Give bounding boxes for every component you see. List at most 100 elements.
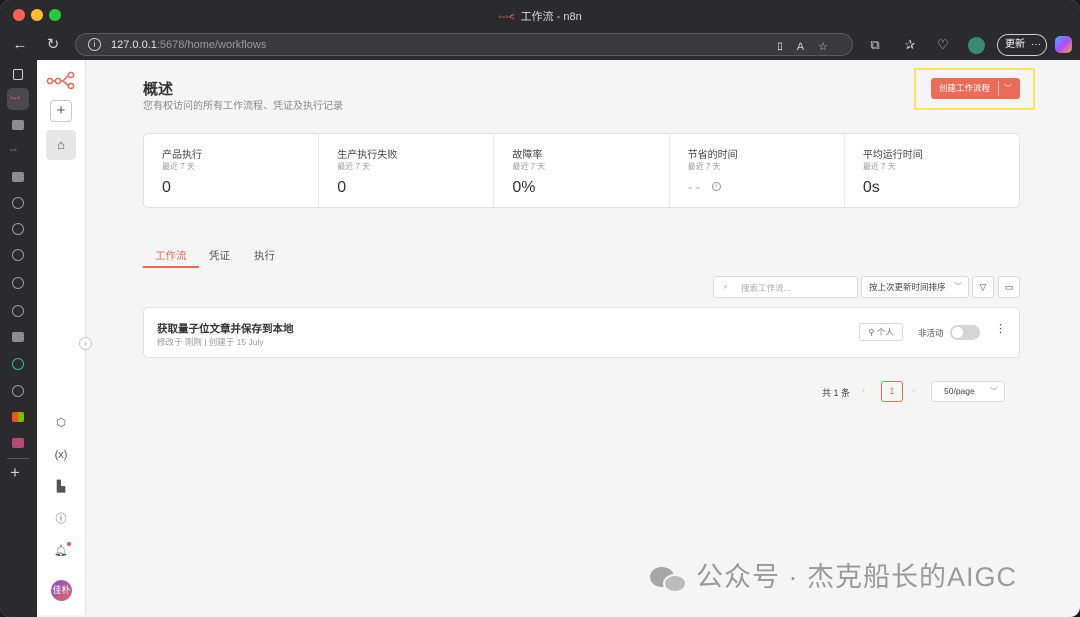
search-icon: ⌕ xyxy=(723,281,729,291)
extensions-icon[interactable]: ⧉ xyxy=(865,35,885,55)
globe-icon xyxy=(12,223,24,235)
favorites-icon[interactable]: ✰ xyxy=(900,35,920,55)
n8n-logo-icon: ◦-◦< xyxy=(498,12,515,23)
title-bar: ◦-◦< 工作流 - n8n xyxy=(0,0,1080,30)
n8n-tab-icon: -◦ xyxy=(10,145,17,156)
status-label: 非活动 xyxy=(918,328,944,338)
tab-item[interactable] xyxy=(7,192,29,214)
profile-avatar[interactable] xyxy=(968,37,985,54)
tab-executions[interactable]: 执行 xyxy=(254,248,275,263)
page-title: 概述 xyxy=(143,81,174,98)
sort-select[interactable]: 按上次更新时间排序 ﹀ xyxy=(861,276,969,298)
vertical-tab-strip: ◦-◦ -◦ + xyxy=(0,60,37,617)
copilot-icon[interactable] xyxy=(1055,36,1072,53)
templates-icon[interactable]: ⬡ xyxy=(52,414,70,432)
info-icon[interactable]: i xyxy=(88,38,101,51)
chevron-down-icon[interactable]: ﹀ xyxy=(1004,78,1012,99)
stat-avg-runtime: 平均运行时间 最近 7 天 0s xyxy=(862,150,923,196)
browser-window: ◦-◦< 工作流 - n8n ← ↻ i 127.0.0.1:5678/home/… xyxy=(0,0,1080,617)
button-divider xyxy=(998,81,999,96)
stat-time-saved: 节省的时间 最近 7 天 -- i xyxy=(670,134,845,207)
chevron-down-icon: ﹀ xyxy=(990,387,998,396)
tab-item[interactable] xyxy=(7,380,29,402)
search-tab-icon xyxy=(12,358,24,370)
tab-divider xyxy=(7,458,29,459)
globe-icon xyxy=(12,249,24,261)
tab-item[interactable] xyxy=(7,353,29,375)
folder-icon[interactable]: ▭ xyxy=(998,276,1020,298)
tab-actions-icon[interactable] xyxy=(7,64,29,86)
stat-failure-rate: 故障率 最近 7 天 0% xyxy=(494,134,670,207)
window-title: ◦-◦< 工作流 - n8n xyxy=(498,11,582,23)
chevron-down-icon: ﹀ xyxy=(954,282,962,291)
browser-toolbar: ← ↻ i 127.0.0.1:5678/home/workflows ﾛA☆ … xyxy=(0,30,1080,60)
more-vertical-icon[interactable]: ⋮ xyxy=(995,322,1006,335)
tab-workflows[interactable]: 工作流 xyxy=(155,248,187,263)
n8n-tab-icon: ◦-◦ xyxy=(10,93,21,104)
text-size-icon[interactable]: A xyxy=(797,41,818,53)
n8n-logo-icon[interactable] xyxy=(46,70,76,90)
help-icon[interactable]: ⓘ xyxy=(52,510,70,528)
tab-item[interactable] xyxy=(7,432,29,454)
stat-prod-executions: 产品执行 最近 7 天 0 xyxy=(144,134,320,207)
tab-credentials[interactable]: 凭证 xyxy=(209,248,230,263)
stats-bar: 产品执行 最近 7 天 0 生产执行失败 最近 7 天 0 故障率 最近 7 天… xyxy=(143,133,1020,208)
search-box[interactable]: ⌕ xyxy=(713,276,858,298)
tab-item[interactable] xyxy=(7,300,29,322)
globe-icon xyxy=(12,305,24,317)
active-toggle[interactable] xyxy=(950,325,980,340)
next-page-icon[interactable]: › xyxy=(912,385,915,395)
variables-icon[interactable]: (x) xyxy=(52,446,70,464)
owner-badge: ⚲ 个人 xyxy=(859,323,903,341)
watermark: 公众号 · 杰克船长的AIGC xyxy=(650,555,1017,594)
page-size-select[interactable]: 50/page ﹀ xyxy=(931,381,1005,402)
url-actions: ﾛA☆ xyxy=(777,38,842,54)
n8n-app: + ⌂ ⬡ (x) ▙ ⓘ 🔔︎ 佳朴 › 概述 您有权访问的所有工作流程、凭证… xyxy=(38,60,1076,615)
info-icon[interactable]: i xyxy=(711,182,721,191)
more-icon: ··· xyxy=(1031,39,1041,50)
tab-item[interactable] xyxy=(7,244,29,266)
microsoft-icon xyxy=(12,412,24,422)
stat-failed-executions: 生产执行失败 最近 7 天 0 xyxy=(319,134,495,207)
page-number[interactable]: 1 xyxy=(881,381,903,402)
tab-item[interactable] xyxy=(7,114,29,136)
tab-n8n-workflows[interactable]: ◦-◦ xyxy=(7,88,29,110)
workflow-card[interactable]: 获取量子位文章并保存到本地 修改于 刚刚 | 创建于 15 July ⚲ 个人 … xyxy=(143,307,1020,358)
tab-item[interactable] xyxy=(7,326,29,348)
workflow-name[interactable]: 获取量子位文章并保存到本地 xyxy=(157,321,294,336)
app-sidebar: + ⌂ ⬡ (x) ▙ ⓘ 🔔︎ 佳朴 xyxy=(38,60,86,615)
favorite-star-icon[interactable]: ☆ xyxy=(818,41,842,53)
workflow-meta: 修改于 刚刚 | 创建于 15 July xyxy=(157,337,264,347)
filter-icon[interactable]: ▽ xyxy=(972,276,994,298)
prev-page-icon[interactable]: ‹ xyxy=(862,385,865,395)
add-button[interactable]: + xyxy=(50,100,72,122)
user-icon: ⚲ xyxy=(868,327,877,337)
openai-icon xyxy=(12,385,24,397)
home-icon[interactable]: ⌂ xyxy=(46,130,76,160)
toggle-knob xyxy=(952,327,963,338)
tab-item[interactable] xyxy=(7,406,29,428)
tab-item[interactable] xyxy=(7,272,29,294)
wechat-icon xyxy=(650,565,688,593)
main-content: 概述 您有权访问的所有工作流程、凭证及执行记录 创建工作流程 ﹀ 产品执行 最近… xyxy=(86,60,1076,615)
create-workflow-button[interactable]: 创建工作流程 ﹀ xyxy=(931,78,1020,99)
search-input[interactable] xyxy=(741,280,851,295)
tab-item[interactable] xyxy=(7,166,29,188)
reload-icon[interactable]: ↻ xyxy=(43,35,63,55)
address-bar[interactable]: i 127.0.0.1:5678/home/workflows ﾛA☆ xyxy=(75,33,853,56)
active-tab-underline xyxy=(143,266,199,268)
image-icon xyxy=(12,438,24,448)
back-arrow-icon[interactable]: ← xyxy=(10,35,30,55)
page-subtitle: 您有权访问的所有工作流程、凭证及执行记录 xyxy=(143,101,343,112)
insights-icon[interactable]: ▙ xyxy=(52,478,70,496)
read-aloud-icon[interactable]: ﾛ xyxy=(777,41,797,53)
tab-item[interactable]: -◦ xyxy=(7,140,29,162)
globe-icon xyxy=(12,277,24,289)
new-tab-plus-icon[interactable]: + xyxy=(10,463,20,483)
update-button[interactable]: 更新 ··· xyxy=(997,34,1047,56)
pagination-total: 共 1 条 xyxy=(822,388,851,398)
user-avatar[interactable]: 佳朴 xyxy=(51,580,72,601)
globe-icon xyxy=(12,197,24,209)
health-icon[interactable]: ♡ xyxy=(933,35,953,55)
tab-item[interactable] xyxy=(7,218,29,240)
